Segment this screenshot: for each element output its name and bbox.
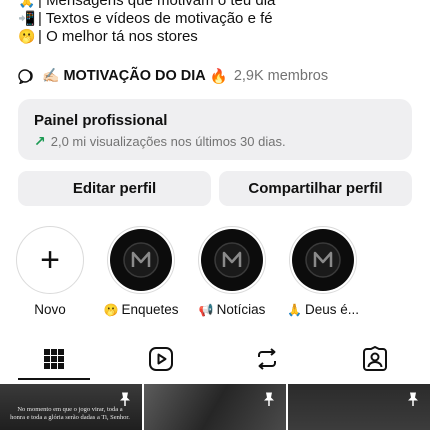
trend-up-icon: ↗ (34, 133, 46, 149)
highlight-label: 🫢 Enquetes (103, 302, 179, 317)
praying-hands-emoji: 🙏 (287, 303, 302, 317)
post-thumbnail[interactable] (288, 384, 430, 430)
highlight-label: 📢 Notícias (198, 302, 266, 317)
logo-icon (305, 242, 341, 278)
post-thumbnail[interactable] (144, 384, 286, 430)
channel-icon (18, 69, 33, 84)
highlight-cover (110, 229, 172, 291)
logo-icon (214, 242, 250, 278)
highlight-cover (292, 229, 354, 291)
highlight-label: Novo (34, 302, 66, 317)
tagged-icon (363, 346, 387, 371)
bio-line: 🫢 | O melhor tá nos stores (18, 28, 418, 46)
channel-members-count: 2,9K membros (233, 68, 329, 84)
channel-title: MOTIVAÇÃO DO DIA (63, 68, 206, 84)
highlight-cover (201, 229, 263, 291)
bio-line: 📲 | Textos e vídeos de motivação e fé (18, 10, 418, 28)
pin-icon (120, 392, 130, 406)
praying-hands-emoji: 🙏 (18, 0, 36, 9)
bio-line: 🙏 | Mensagens que motivam o teu dia (18, 0, 418, 10)
broadcast-channel-link[interactable]: ✍🏻 MOTIVAÇÃO DO DIA 🔥 2,9K membros (18, 66, 328, 86)
panel-subtitle: ↗ 2,0 mi visualizações nos últimos 30 di… (34, 133, 396, 150)
highlight-new[interactable]: + Novo (10, 226, 90, 317)
pin-icon (264, 392, 274, 406)
fire-emoji: 🔥 (209, 68, 228, 85)
highlight-ring (289, 226, 357, 294)
tab-tagged[interactable] (360, 344, 390, 374)
tab-reposts[interactable] (252, 344, 282, 374)
logo-icon (123, 242, 159, 278)
bio-text: | O melhor tá nos stores (38, 28, 198, 45)
bio-text: | Mensagens que motivam o teu dia (38, 0, 276, 9)
profile-tabs (0, 340, 430, 380)
tab-grid[interactable] (39, 344, 69, 374)
pin-icon (408, 392, 418, 406)
highlight-ring (107, 226, 175, 294)
post-thumbnail[interactable]: No momento em que o jogo virar, toda a h… (0, 384, 142, 430)
highlight-deus[interactable]: 🙏 Deus é... (283, 226, 363, 317)
new-highlight-ring: + (16, 226, 84, 294)
reposts-icon (258, 348, 276, 370)
writing-hand-emoji: ✍🏻 (42, 68, 60, 84)
face-emoji: 🫢 (103, 303, 119, 317)
panel-views-text: 2,0 mi visualizações nos últimos 30 dias… (50, 134, 286, 149)
highlight-ring (198, 226, 266, 294)
share-profile-button[interactable]: Compartilhar perfil (219, 171, 412, 206)
highlight-label: 🙏 Deus é... (287, 302, 359, 317)
active-tab-indicator (18, 378, 90, 380)
edit-profile-button[interactable]: Editar perfil (18, 171, 211, 206)
post-caption: No momento em que o jogo virar, toda a h… (10, 406, 130, 421)
highlight-enquetes[interactable]: 🫢 Enquetes (101, 226, 181, 317)
bio-text: | Textos e vídeos de motivação e fé (38, 10, 273, 27)
professional-dashboard[interactable]: Painel profissional ↗ 2,0 mi visualizaçõ… (18, 99, 412, 160)
highlight-noticias[interactable]: 📢 Notícias (192, 226, 272, 317)
story-highlights: + Novo 🫢 Enquetes 📢 Notícias 🙏 Deus é... (0, 226, 430, 326)
mobile-phone-emoji: 📲 (18, 11, 36, 27)
reels-icon (149, 347, 173, 371)
plus-icon: + (40, 241, 60, 279)
tab-reels[interactable] (146, 344, 176, 374)
panel-title: Painel profissional (34, 112, 168, 129)
grid-icon (44, 349, 64, 369)
posts-grid: No momento em que o jogo virar, toda a h… (0, 384, 430, 430)
face-emoji: 🫢 (18, 29, 36, 45)
profile-bio: 🙏 | Mensagens que motivam o teu dia 📲 | … (18, 0, 418, 46)
megaphone-emoji: 📢 (198, 303, 214, 317)
